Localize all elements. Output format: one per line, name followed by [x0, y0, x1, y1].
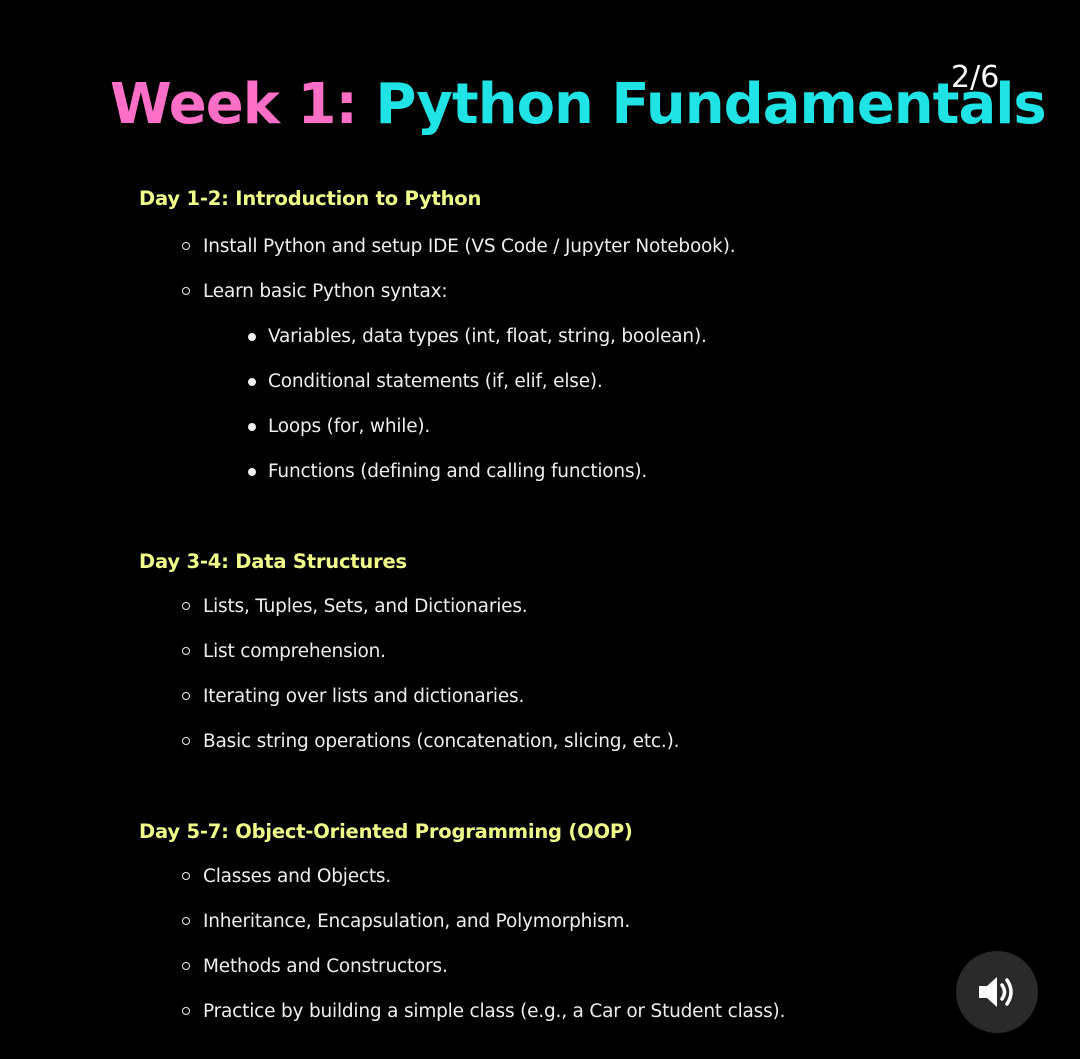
- page-counter: 2/6: [951, 60, 1000, 95]
- slide-title-topic: Python Fundamentals: [375, 72, 1046, 137]
- list-item: Inheritance, Encapsulation, and Polymorp…: [203, 911, 631, 932]
- list-item: Install Python and setup IDE (VS Code / …: [203, 236, 736, 257]
- hollow-bullet-icon: [182, 602, 190, 610]
- slide-title: Week 1: Python Fundamentals: [110, 66, 1047, 144]
- list-item: List comprehension.: [203, 641, 386, 662]
- hollow-bullet-icon: [182, 1007, 190, 1015]
- hollow-bullet-icon: [182, 647, 190, 655]
- section-heading-day-3-4: Day 3-4: Data Structures: [139, 550, 407, 573]
- hollow-bullet-icon: [182, 287, 190, 295]
- sub-list-item: Variables, data types (int, float, strin…: [268, 326, 707, 347]
- speaker-volume-icon: [979, 977, 1013, 1007]
- list-item: Classes and Objects.: [203, 866, 392, 887]
- list-item: Methods and Constructors.: [203, 956, 448, 977]
- sub-list-item: Loops (for, while).: [268, 416, 431, 437]
- audio-toggle-button[interactable]: [956, 951, 1038, 1033]
- slide-title-week: Week 1:: [110, 72, 358, 137]
- list-item: Iterating over lists and dictionaries.: [203, 686, 525, 707]
- hollow-bullet-icon: [182, 962, 190, 970]
- solid-bullet-icon: [248, 333, 256, 341]
- list-item: Practice by building a simple class (e.g…: [203, 1001, 786, 1022]
- section-heading-day-5-7: Day 5-7: Object-Oriented Programming (OO…: [139, 820, 633, 843]
- solid-bullet-icon: [248, 378, 256, 386]
- section-heading-day-1-2: Day 1-2: Introduction to Python: [139, 187, 482, 210]
- sub-list-item: Conditional statements (if, elif, else).: [268, 371, 603, 392]
- sub-list-item: Functions (defining and calling function…: [268, 461, 648, 482]
- solid-bullet-icon: [248, 423, 256, 431]
- hollow-bullet-icon: [182, 917, 190, 925]
- hollow-bullet-icon: [182, 692, 190, 700]
- list-item: Basic string operations (concatenation, …: [203, 731, 680, 752]
- list-item: Learn basic Python syntax:: [203, 281, 448, 302]
- hollow-bullet-icon: [182, 872, 190, 880]
- solid-bullet-icon: [248, 468, 256, 476]
- hollow-bullet-icon: [182, 737, 190, 745]
- list-item: Lists, Tuples, Sets, and Dictionaries.: [203, 596, 528, 617]
- hollow-bullet-icon: [182, 242, 190, 250]
